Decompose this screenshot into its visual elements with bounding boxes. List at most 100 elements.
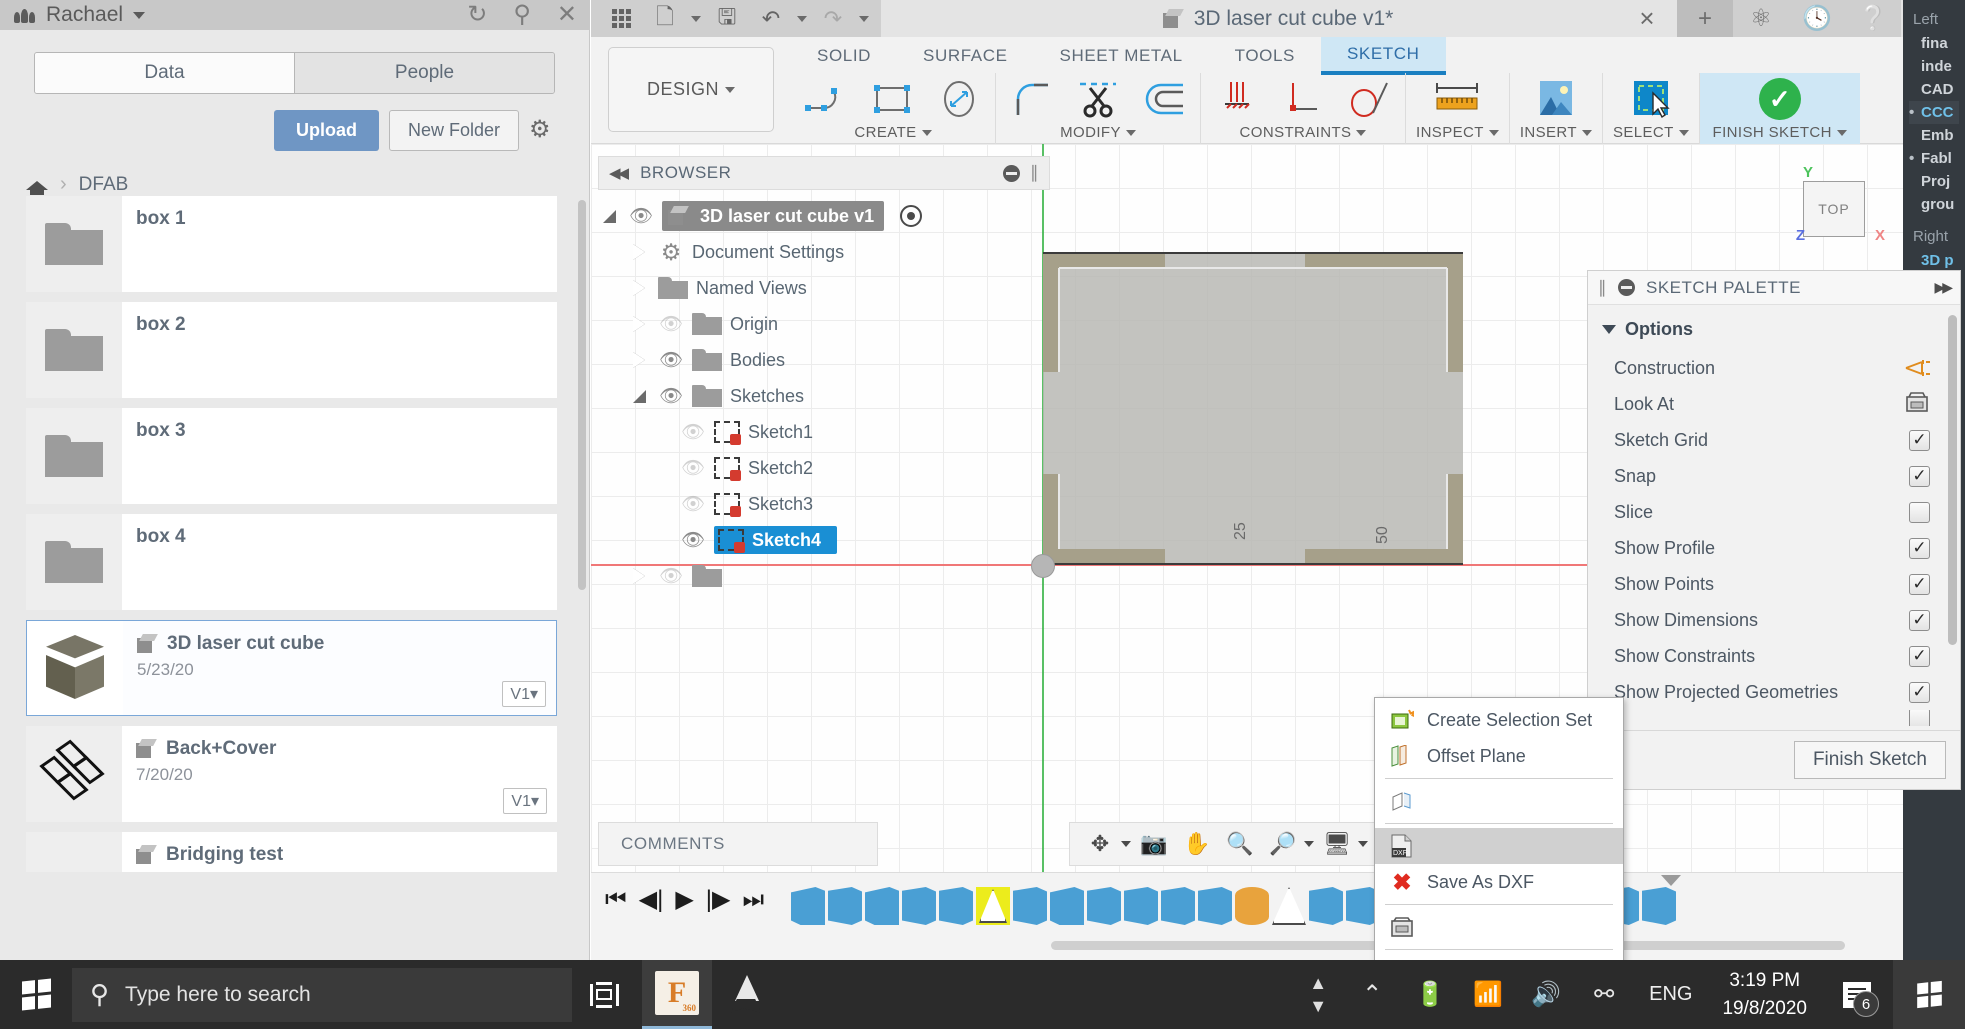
tab-tools[interactable]: TOOLS <box>1209 39 1321 73</box>
rectangle-icon[interactable] <box>867 77 919 121</box>
eye-icon[interactable]: 👁 <box>658 350 684 371</box>
eye-icon[interactable]: 👁 <box>680 530 706 551</box>
slice-checkbox[interactable] <box>1909 501 1930 523</box>
palette-row-partial[interactable] <box>1588 710 1960 726</box>
show-profile-checkbox[interactable]: ✓ <box>1909 537 1930 559</box>
list-item[interactable]: box 3 <box>26 408 557 504</box>
timeline-feature[interactable] <box>1642 887 1676 925</box>
palette-row-sketch-grid[interactable]: Sketch Grid ✓ <box>1588 422 1960 458</box>
minus-circle-icon[interactable] <box>1003 164 1020 182</box>
palette-grip-icon[interactable]: ∥ <box>1598 278 1607 298</box>
options-section-header[interactable]: Options <box>1588 315 1960 350</box>
partial-checkbox[interactable] <box>1909 710 1930 726</box>
tree-node-document-settings[interactable]: ⚙ Document Settings <box>598 234 1050 270</box>
tree-node-origin[interactable]: 👁 Origin <box>598 306 1050 342</box>
palette-row-show-projected-geometries[interactable]: Show Projected Geometries ✓ <box>1588 674 1960 710</box>
show-dimensions-checkbox[interactable]: ✓ <box>1909 609 1930 631</box>
show-hidden-icons-icon[interactable]: ⌃ <box>1343 960 1401 1029</box>
view-cube[interactable]: TOP <box>1803 181 1865 237</box>
eye-off-icon[interactable]: 👁 <box>658 566 684 587</box>
list-item[interactable]: box 2 <box>26 302 557 398</box>
menu-item-slice-sketch[interactable] <box>1375 783 1623 819</box>
eye-off-icon[interactable]: 👁 <box>680 458 706 479</box>
panel-item[interactable]: Proj <box>1909 170 1959 193</box>
wifi-icon[interactable]: 📶 <box>1459 960 1517 1029</box>
snap-checkbox[interactable]: ✓ <box>1909 465 1930 487</box>
extensions-icon[interactable]: ⚛ <box>1733 0 1789 37</box>
panel-item[interactable]: fina <box>1909 32 1959 55</box>
tree-node-construction[interactable]: 👁 <box>598 558 1050 594</box>
menu-item-hide-profile[interactable]: 👁 <box>1375 954 1623 960</box>
new-document-icon[interactable]: 🗋 <box>643 0 687 37</box>
palette-row-show-constraints[interactable]: Show Constraints ✓ <box>1588 638 1960 674</box>
chevron-down-icon[interactable] <box>1836 129 1847 136</box>
eye-icon[interactable]: 👁 <box>628 206 654 227</box>
taskbar-app-fusion360[interactable]: F <box>642 960 712 1029</box>
timeline-feature[interactable] <box>1198 887 1232 925</box>
pan-icon[interactable]: ✋ <box>1177 826 1217 862</box>
version-chip[interactable]: V1▾ <box>503 788 547 814</box>
data-panel-scrollbar[interactable] <box>578 200 586 590</box>
list-item[interactable]: box 1 <box>26 196 557 292</box>
undo-icon[interactable]: ↶ <box>749 0 793 37</box>
list-item[interactable]: box 4 <box>26 514 557 610</box>
menu-item-create-selection-set[interactable]: Create Selection Set <box>1375 702 1623 738</box>
search-input[interactable]: ⚲ Type here to search <box>72 967 572 1022</box>
ribbon-group-finish-sketch[interactable]: ✓ FINISH SKETCH <box>1699 73 1860 144</box>
offset-icon[interactable] <box>1138 77 1190 121</box>
timeline-feature[interactable] <box>865 887 899 925</box>
tree-node-sketch3[interactable]: 👁 Sketch3 <box>598 486 1050 522</box>
step-back-icon[interactable]: ◀| <box>639 885 664 914</box>
play-icon[interactable]: ▶ <box>675 885 693 914</box>
palette-scrollbar[interactable] <box>1948 315 1957 645</box>
tree-node-sketches[interactable]: 👁 Sketches <box>598 378 1050 414</box>
timeline-feature[interactable] <box>1272 887 1306 925</box>
chevron-down-icon[interactable] <box>1121 841 1131 847</box>
browser-grip-icon[interactable]: ∥ <box>1030 163 1039 183</box>
look-at-icon[interactable]: 📷 <box>1134 826 1174 862</box>
show-projected-geometries-checkbox[interactable]: ✓ <box>1909 681 1930 703</box>
finish-sketch-button[interactable]: Finish Sketch <box>1793 741 1946 779</box>
chevron-down-icon[interactable] <box>1678 129 1689 136</box>
show-constraints-checkbox[interactable]: ✓ <box>1909 645 1930 667</box>
expand-arrow-icon[interactable] <box>628 352 650 368</box>
chevron-down-icon[interactable] <box>1356 129 1367 136</box>
chevron-down-icon[interactable] <box>1358 841 1368 847</box>
circle-icon[interactable] <box>933 77 985 121</box>
tab-sketch[interactable]: SKETCH <box>1320 37 1446 75</box>
context-menu[interactable]: Create Selection Set Offset Plane DXF ✖ … <box>1374 697 1624 960</box>
tab-sheet-metal[interactable]: SHEET METAL <box>1034 39 1209 73</box>
insert-image-icon[interactable] <box>1530 77 1582 121</box>
look-at-icon[interactable] <box>1904 391 1930 418</box>
expand-right-icon[interactable]: ▶▶ <box>1934 279 1952 296</box>
notifications-icon[interactable]: 6 <box>1821 960 1893 1029</box>
tangent-icon[interactable] <box>1343 77 1395 121</box>
upload-button[interactable]: Upload <box>273 110 379 151</box>
taskbar-app-inkscape[interactable] <box>712 960 782 1029</box>
tab-surface[interactable]: SURFACE <box>897 39 1034 73</box>
breadcrumb-current[interactable]: DFAB <box>79 174 129 196</box>
tree-node-bodies[interactable]: 👁 Bodies <box>598 342 1050 378</box>
panel-item[interactable]: CAD <box>1909 78 1959 101</box>
language-indicator[interactable]: ENG <box>1633 983 1708 1006</box>
version-chip[interactable]: V1▾ <box>502 681 546 707</box>
line-icon[interactable] <box>801 77 853 121</box>
timeline-feature[interactable] <box>939 887 973 925</box>
timeline-feature[interactable] <box>791 887 825 925</box>
tree-node-root-pill[interactable]: 3D laser cut cube v1 <box>662 201 885 231</box>
panel-item[interactable]: 3D p <box>1909 249 1959 272</box>
step-forward-icon[interactable]: |▶ <box>706 885 731 914</box>
expand-arrow-icon[interactable] <box>628 244 650 260</box>
new-tab-icon[interactable]: + <box>1677 0 1733 37</box>
chevron-down-icon[interactable] <box>1304 841 1314 847</box>
panel-item[interactable]: Emb <box>1909 124 1959 147</box>
chevron-down-icon[interactable] <box>133 11 146 19</box>
app-grid-icon[interactable] <box>599 0 643 37</box>
workspace-switcher-button[interactable]: DESIGN <box>608 47 774 132</box>
bluetooth-icon[interactable]: ⚯ <box>1575 960 1633 1029</box>
eye-off-icon[interactable]: 👁 <box>680 422 706 443</box>
timeline-feature[interactable] <box>1087 887 1121 925</box>
redo-dropdown-icon[interactable] <box>855 0 873 37</box>
horizontal-vertical-icon[interactable] <box>1211 77 1263 121</box>
sketch-grid-checkbox[interactable]: ✓ <box>1909 429 1930 451</box>
